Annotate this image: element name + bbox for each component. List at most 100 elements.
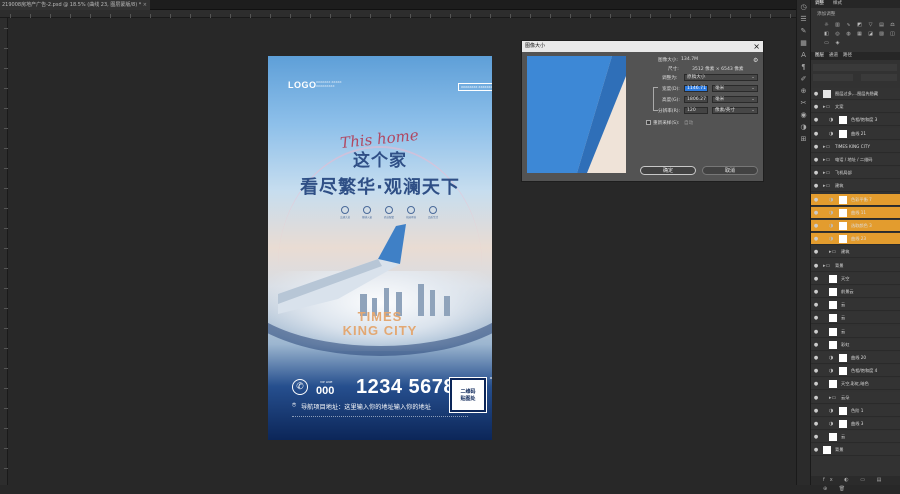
layer-filter-bar[interactable] bbox=[813, 64, 897, 71]
resolution-unit-select[interactable]: 像素/英寸 ⌄ bbox=[712, 107, 758, 114]
width-input[interactable]: 1146.71 bbox=[684, 85, 708, 92]
folder-icon[interactable]: ▸▭ bbox=[823, 180, 830, 192]
canvas-document[interactable]: LOGO XXXXXXX XXXXX XXXXXXXXX XXXXXXXX XX… bbox=[268, 56, 492, 440]
layer-row[interactable]: ● ◑ 曲线 11 bbox=[811, 206, 900, 219]
layer-row[interactable]: ● 云 bbox=[811, 312, 900, 325]
tab-styles[interactable]: 样式 bbox=[833, 0, 842, 8]
visibility-eye-icon[interactable]: ● bbox=[811, 392, 821, 404]
folder-icon[interactable]: ▸▭ bbox=[823, 154, 830, 166]
layer-thumbnail[interactable] bbox=[829, 340, 837, 349]
layer-mask-thumbnail[interactable] bbox=[839, 420, 847, 428]
layer-row[interactable]: ● ▸▭ 建筑 bbox=[811, 246, 900, 259]
visibility-eye-icon[interactable]: ● bbox=[811, 154, 821, 166]
layer-thumbnail[interactable] bbox=[829, 380, 837, 389]
layer-row[interactable]: ● 前景云 bbox=[811, 286, 900, 298]
brightness-icon[interactable]: ☼ bbox=[823, 22, 830, 28]
resolution-input[interactable]: 120 bbox=[684, 107, 708, 114]
visibility-eye-icon[interactable]: ● bbox=[811, 88, 821, 100]
blend-mode-select[interactable] bbox=[813, 74, 853, 81]
visibility-eye-icon[interactable]: ● bbox=[811, 233, 821, 245]
visibility-eye-icon[interactable]: ● bbox=[811, 220, 821, 232]
visibility-eye-icon[interactable]: ● bbox=[811, 405, 821, 417]
layer-mask-thumbnail[interactable] bbox=[839, 222, 847, 230]
ruler-horizontal[interactable] bbox=[0, 10, 810, 18]
threshold-icon[interactable]: ◫ bbox=[889, 31, 896, 37]
visibility-eye-icon[interactable]: ● bbox=[811, 167, 821, 179]
swatches-icon[interactable]: ▦ bbox=[799, 39, 808, 48]
tab-layers[interactable]: 图层 bbox=[815, 52, 824, 60]
paragraph-icon[interactable]: ¶ bbox=[799, 63, 808, 72]
layer-row[interactable]: ● 天空 bbox=[811, 272, 900, 285]
tab-paths[interactable]: 路径 bbox=[843, 52, 852, 60]
folder-icon[interactable]: ▸▭ bbox=[823, 101, 830, 113]
layer-mask-thumbnail[interactable] bbox=[839, 129, 847, 138]
visibility-eye-icon[interactable]: ● bbox=[811, 378, 821, 390]
layer-mask-thumbnail[interactable] bbox=[839, 195, 847, 204]
layer-mask-thumbnail[interactable] bbox=[839, 116, 847, 125]
invert-icon[interactable]: ◪ bbox=[867, 31, 874, 37]
photo-filter-icon[interactable]: ◎ bbox=[834, 31, 841, 37]
history-icon[interactable]: ◷ bbox=[799, 3, 808, 12]
layer-row[interactable]: ● 天空,彩虹,暗色 bbox=[811, 378, 900, 391]
layer-row[interactable]: ● ◑ 曲线 20 bbox=[811, 352, 900, 364]
black-white-icon[interactable]: ◧ bbox=[823, 31, 830, 37]
levels-icon[interactable]: ▥ bbox=[834, 22, 841, 28]
layer-row[interactable]: ● ◑ 曲线 21 bbox=[811, 127, 900, 140]
width-unit-select[interactable]: 毫米 ⌄ bbox=[712, 85, 758, 92]
layer-mask-thumbnail[interactable] bbox=[839, 354, 847, 362]
layer-thumbnail[interactable] bbox=[829, 288, 837, 296]
layer-row[interactable]: ● ◑ 色相/饱和度 3 bbox=[811, 114, 900, 127]
glyphs-icon[interactable]: ◉ bbox=[799, 111, 808, 120]
visibility-eye-icon[interactable]: ● bbox=[811, 352, 821, 364]
visibility-eye-icon[interactable]: ● bbox=[811, 207, 821, 219]
layer-thumbnail[interactable] bbox=[829, 327, 837, 336]
properties-icon[interactable]: ☰ bbox=[799, 15, 808, 24]
layer-thumbnail[interactable] bbox=[823, 446, 831, 455]
folder-icon[interactable]: ▸▭ bbox=[823, 167, 830, 179]
folder-icon[interactable]: ▸▭ bbox=[829, 392, 836, 404]
visibility-eye-icon[interactable]: ● bbox=[811, 312, 821, 324]
posterize-icon[interactable]: ▨ bbox=[878, 31, 885, 37]
visibility-eye-icon[interactable]: ● bbox=[811, 246, 821, 258]
layer-row[interactable]: ● 云 bbox=[811, 299, 900, 312]
settings-gear-icon[interactable]: ⚙ bbox=[753, 57, 758, 64]
cancel-button[interactable]: 取消 bbox=[702, 166, 758, 175]
image-preview[interactable] bbox=[527, 56, 626, 173]
channel-mixer-icon[interactable]: ◍ bbox=[845, 31, 852, 37]
layer-mask-thumbnail[interactable] bbox=[839, 406, 847, 415]
color-balance-icon[interactable]: ⚖ bbox=[889, 22, 896, 28]
layer-row[interactable]: ● ▸▭ 飞机局部 bbox=[811, 167, 900, 180]
visibility-eye-icon[interactable]: ● bbox=[811, 114, 821, 126]
color-lookup-icon[interactable]: ▦ bbox=[856, 31, 863, 37]
visibility-eye-icon[interactable]: ● bbox=[811, 128, 821, 140]
layers-panel-footer[interactable]: fx ◐ ▭ ▤ ⊕ 🗑 bbox=[811, 476, 900, 492]
adjustments-icon[interactable]: ◑ bbox=[799, 123, 808, 132]
layer-row[interactable]: ● ◑ 色相/饱和度 4 bbox=[811, 365, 900, 378]
visibility-eye-icon[interactable]: ● bbox=[811, 273, 821, 285]
height-unit-select[interactable]: 毫米 ⌄ bbox=[712, 96, 758, 103]
image-size-dialog[interactable]: 图像大小 × ⚙ 图像大小: 134.7M 尺寸: 3512 像素 × 6543… bbox=[521, 40, 764, 182]
visibility-eye-icon[interactable]: ● bbox=[811, 299, 821, 311]
layer-row[interactable]: ● ▸▭ 建筑 bbox=[811, 180, 900, 193]
layer-mask-thumbnail[interactable] bbox=[839, 235, 847, 244]
layer-row[interactable]: ● ▸▭ 文案 bbox=[811, 101, 900, 114]
visibility-eye-icon[interactable]: ● bbox=[811, 180, 821, 192]
brush-settings-icon[interactable]: ✎ bbox=[799, 27, 808, 36]
opacity-field[interactable] bbox=[861, 74, 897, 81]
folder-icon[interactable]: ▸▭ bbox=[823, 141, 830, 153]
curves-icon[interactable]: ∿ bbox=[845, 22, 852, 28]
layer-mask-thumbnail[interactable] bbox=[839, 208, 847, 217]
layer-row[interactable]: ● ▸▭ 电话 / 地址 / 二维码 bbox=[811, 154, 900, 166]
layer-thumbnail[interactable] bbox=[823, 90, 831, 98]
layer-thumbnail[interactable] bbox=[829, 433, 837, 442]
layer-row[interactable]: ● ▸▭ 背景 bbox=[811, 259, 900, 272]
layer-row[interactable]: ● ◑ 选取颜色 3 bbox=[811, 220, 900, 232]
ok-button[interactable]: 确定 bbox=[640, 166, 696, 175]
tool-presets-icon[interactable]: ✂ bbox=[799, 99, 808, 108]
visibility-eye-icon[interactable]: ● bbox=[811, 260, 821, 272]
layer-row[interactable]: ● 彩虹 bbox=[811, 338, 900, 351]
height-input[interactable]: 1806.27 bbox=[684, 96, 708, 103]
layer-thumbnail[interactable] bbox=[829, 274, 837, 283]
visibility-eye-icon[interactable]: ● bbox=[811, 326, 821, 338]
visibility-eye-icon[interactable]: ● bbox=[811, 194, 821, 206]
